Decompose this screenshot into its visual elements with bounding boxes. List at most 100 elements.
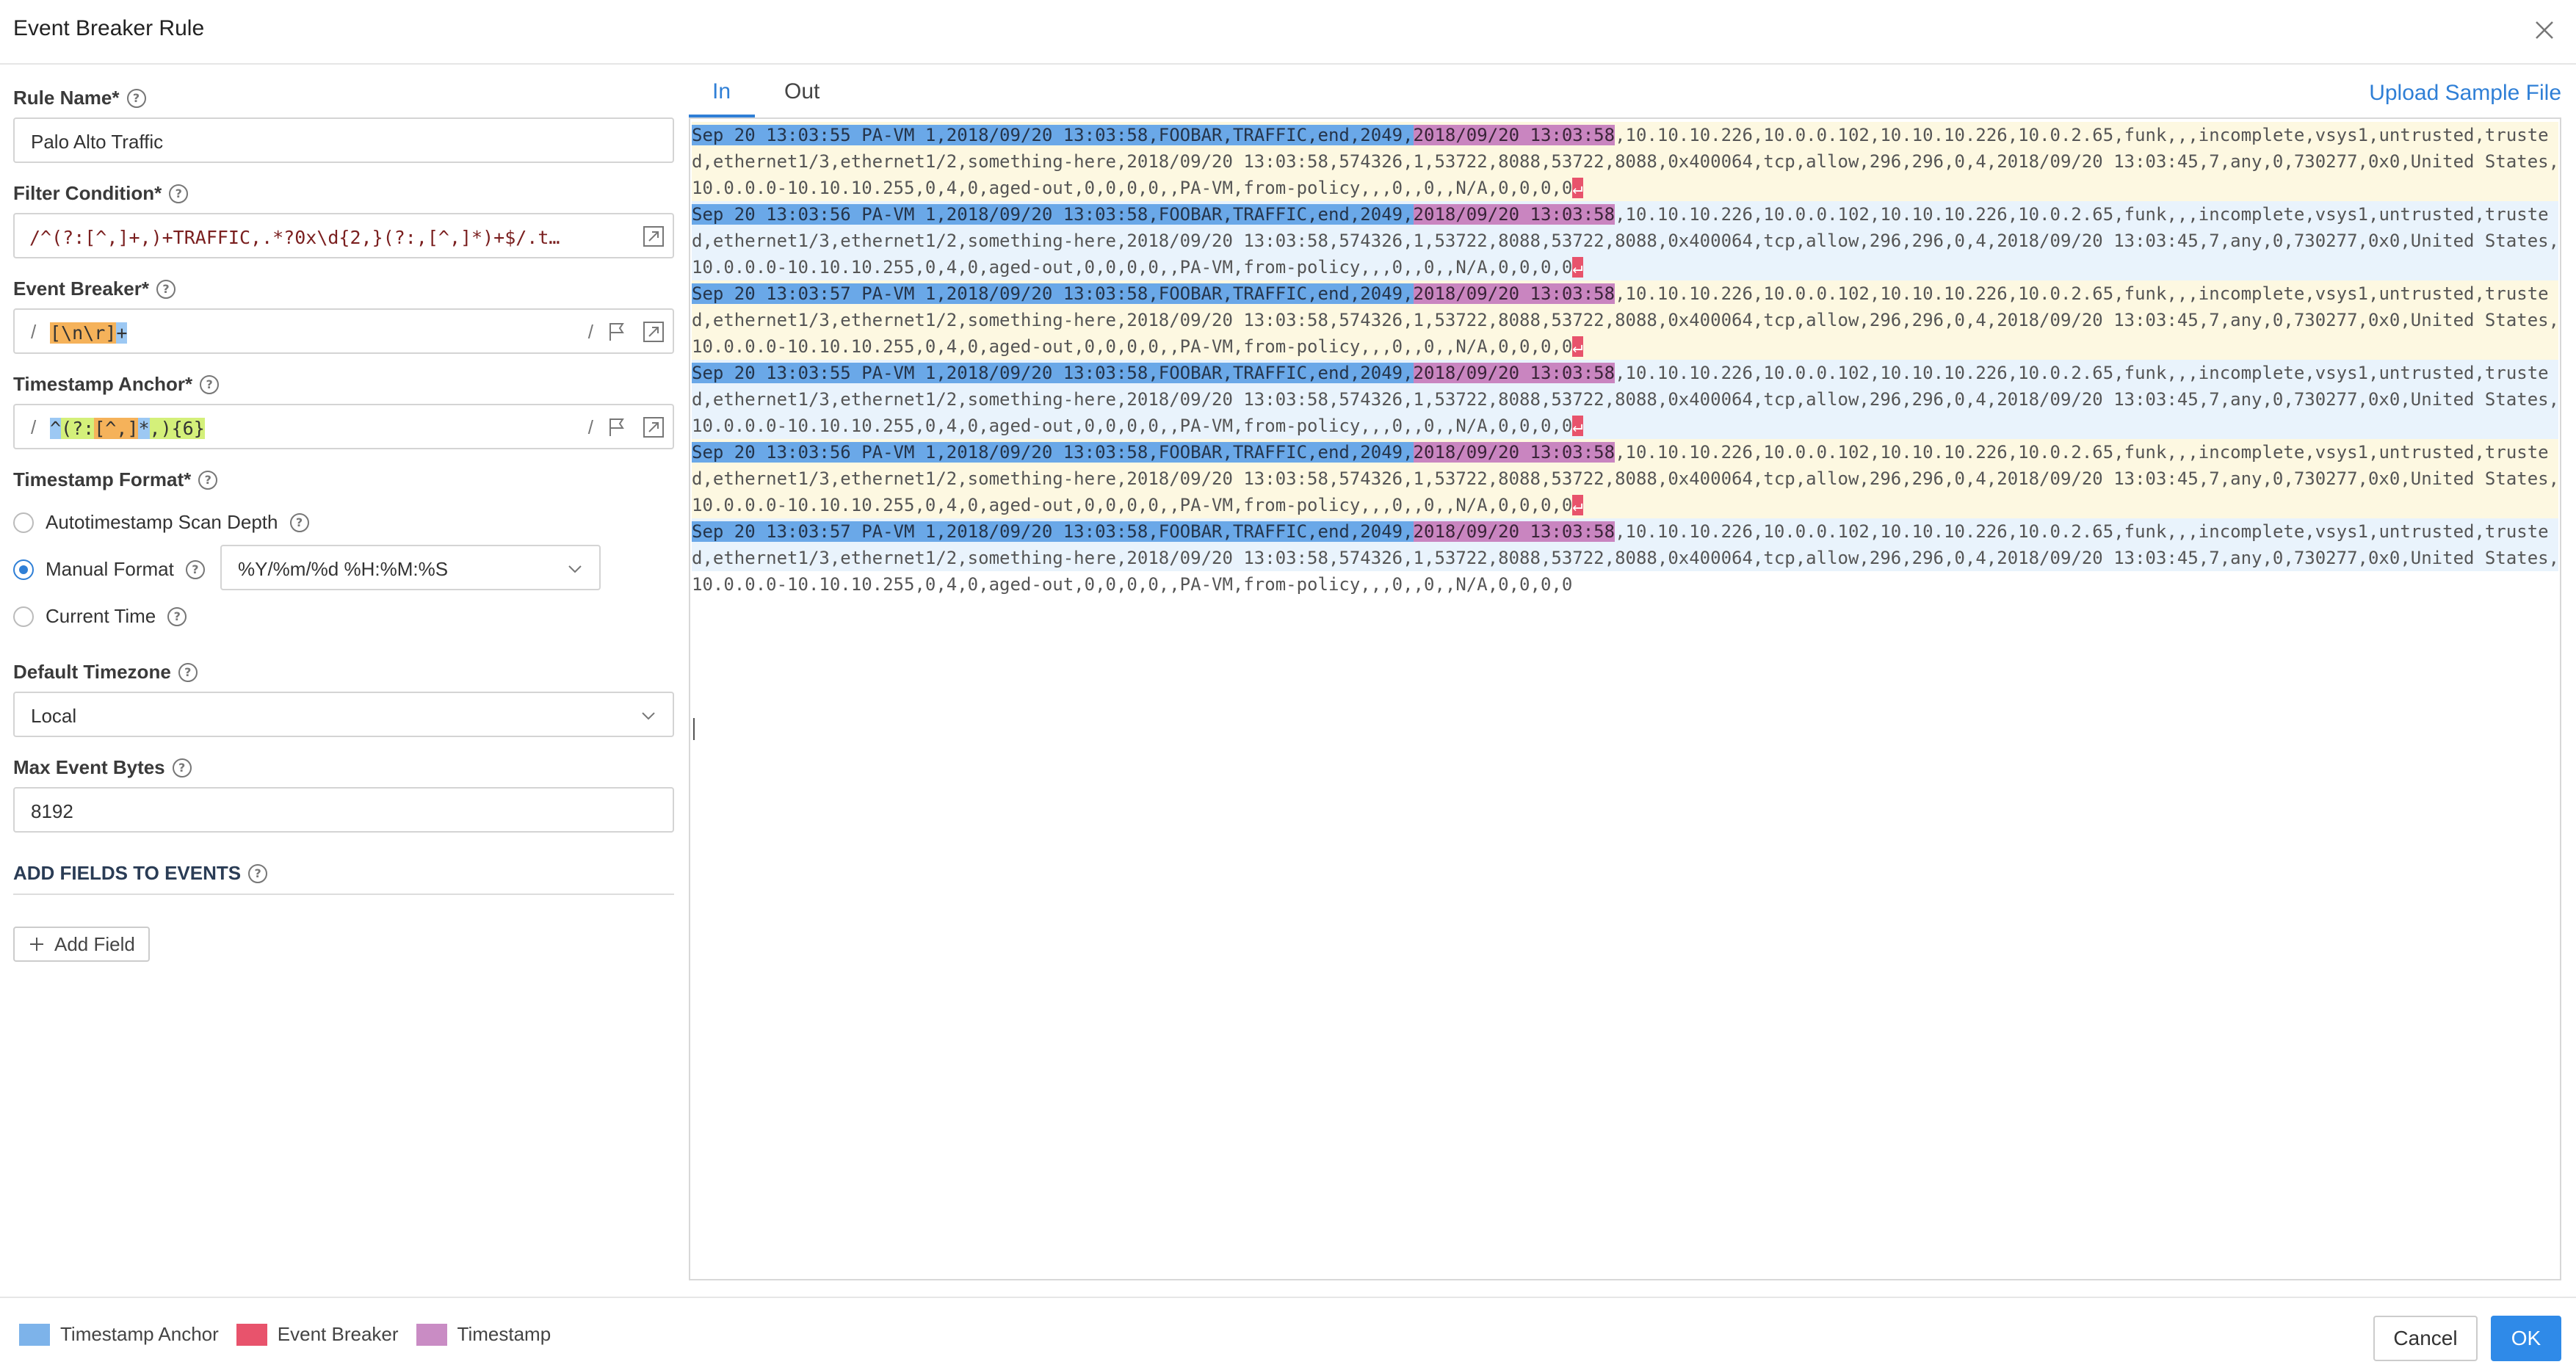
- tab-out[interactable]: Out: [784, 79, 820, 104]
- timestamp-anchor-label: Timestamp Anchor* ?: [13, 373, 220, 396]
- event-breaker-label: Event Breaker* ?: [13, 278, 176, 300]
- regex-token: ^: [50, 418, 62, 439]
- event-text: d,ethernet1/3,ethernet1/2,something-here…: [692, 548, 2558, 568]
- timestamp-format-label-text: Timestamp Format*: [13, 468, 192, 490]
- help-icon[interactable]: ?: [126, 88, 146, 108]
- timezone-value: Local: [31, 705, 77, 727]
- event-block: Sep 20 13:03:57 PA-VM 1,2018/09/20 13:03…: [692, 280, 2558, 360]
- default-timezone-label: Default Timezone ?: [13, 661, 198, 684]
- filter-condition-input[interactable]: /^(?:[^,]+,)+TRAFFIC,.*?0x\d{2,}(?:,[^,]…: [13, 213, 674, 258]
- help-icon[interactable]: ?: [248, 863, 268, 883]
- event-text: 10.0.0.0-10.10.10.255,0,4,0,aged-out,0,0…: [692, 495, 1573, 515]
- event-text: d,ethernet1/3,ethernet1/2,something-here…: [692, 468, 2558, 489]
- regex-token: *: [138, 418, 150, 439]
- chevron-down-icon: [568, 565, 582, 573]
- expand-editor-icon[interactable]: [640, 319, 667, 345]
- event-text: ,10.10.10.226,10.0.0.102,10.10.10.226,10…: [1615, 204, 2549, 225]
- event-text: 10.0.0.0-10.10.10.255,0,4,0,aged-out,0,0…: [692, 336, 1573, 357]
- max-event-bytes-label: Max Event Bytes ?: [13, 756, 192, 779]
- legend-swatch: [19, 1323, 50, 1346]
- help-icon[interactable]: ?: [156, 279, 176, 299]
- timestamp-anchor-highlight: Sep 20 13:03:57 PA-VM 1,2018/09/20 13:03…: [692, 283, 1414, 304]
- add-field-button[interactable]: Add Field: [13, 927, 150, 962]
- close-icon[interactable]: [2528, 13, 2561, 47]
- timestamp-anchor-highlight: Sep 20 13:03:57 PA-VM 1,2018/09/20 13:03…: [692, 521, 1414, 542]
- event-block: Sep 20 13:03:55 PA-VM 1,2018/09/20 13:03…: [692, 360, 2558, 439]
- regex-token: (?:: [61, 418, 95, 439]
- radio-circle[interactable]: [13, 512, 34, 533]
- radio-autotimestamp[interactable]: Autotimestamp Scan Depth ?: [13, 511, 309, 534]
- regex-token: [^,]: [94, 418, 139, 439]
- help-icon[interactable]: ?: [172, 758, 192, 778]
- timestamp-anchor-highlight: Sep 20 13:03:55 PA-VM 1,2018/09/20 13:03…: [692, 363, 1414, 383]
- filter-condition-label-text: Filter Condition*: [13, 182, 162, 204]
- timezone-select[interactable]: Local: [13, 692, 674, 737]
- timestamp-format-label: Timestamp Format* ?: [13, 468, 218, 491]
- timestamp-highlight: 2018/09/20 13:03:58: [1413, 283, 1616, 304]
- expand-editor-icon[interactable]: [640, 414, 667, 441]
- radio-current-time[interactable]: Current Time ?: [13, 605, 187, 628]
- timestamp-anchor-highlight: Sep 20 13:03:55 PA-VM 1,2018/09/20 13:03…: [692, 125, 1414, 145]
- upload-sample-file-link[interactable]: Upload Sample File: [2369, 81, 2561, 106]
- regex-token: +: [116, 322, 128, 344]
- flag-icon[interactable]: [604, 414, 630, 441]
- event-text: d,ethernet1/3,ethernet1/2,something-here…: [692, 151, 2558, 172]
- anchor-tools: /: [588, 414, 667, 441]
- event-text: 10.0.0.0-10.10.10.255,0,4,0,aged-out,0,0…: [692, 571, 2558, 598]
- help-icon[interactable]: ?: [185, 559, 205, 579]
- event-breaker-highlight: ↵: [1572, 416, 1583, 436]
- timestamp-highlight: 2018/09/20 13:03:58: [1413, 363, 1616, 383]
- radio-label: Current Time: [46, 605, 156, 627]
- event-breaker-regex: [\n\r]+: [50, 322, 128, 344]
- timestamp-highlight: 2018/09/20 13:03:58: [1413, 204, 1616, 225]
- event-breaker-input[interactable]: / [\n\r]+ /: [13, 308, 674, 354]
- event-text: 10.0.0.0-10.10.10.255,0,4,0,aged-out,0,0…: [692, 178, 1573, 198]
- timestamp-highlight: 2018/09/20 13:03:58: [1413, 125, 1616, 145]
- plus-icon: [30, 938, 43, 951]
- radio-label: Autotimestamp Scan Depth: [46, 511, 278, 533]
- manual-format-select[interactable]: %Y/%m/%d %H:%M:%S: [220, 545, 601, 590]
- regex-slash: /: [31, 321, 37, 343]
- radio-circle[interactable]: [13, 606, 34, 627]
- help-icon[interactable]: ?: [169, 184, 189, 203]
- dialog-header: Event Breaker Rule: [0, 0, 2576, 65]
- legend-swatch: [416, 1323, 447, 1346]
- legend-label: Event Breaker: [277, 1323, 399, 1345]
- add-field-label: Add Field: [54, 932, 135, 955]
- timestamp-anchor-label-text: Timestamp Anchor*: [13, 373, 193, 395]
- event-block: Sep 20 13:03:55 PA-VM 1,2018/09/20 13:03…: [692, 122, 2558, 201]
- cancel-button[interactable]: Cancel: [2373, 1316, 2478, 1361]
- event-block: Sep 20 13:03:56 PA-VM 1,2018/09/20 13:03…: [692, 439, 2558, 518]
- rule-name-input[interactable]: Palo Alto Traffic: [13, 117, 674, 163]
- max-event-bytes-value: 8192: [31, 800, 73, 822]
- help-icon[interactable]: ?: [178, 662, 198, 682]
- add-fields-label: ADD FIELDS TO EVENTS: [13, 862, 242, 884]
- help-icon[interactable]: ?: [289, 512, 309, 532]
- help-icon[interactable]: ?: [167, 606, 187, 626]
- event-text: ,10.10.10.226,10.0.0.102,10.10.10.226,10…: [1615, 125, 2549, 145]
- timestamp-highlight: 2018/09/20 13:03:58: [1413, 442, 1616, 463]
- timestamp-anchor-input[interactable]: / ^(?:[^,]*,){6} /: [13, 404, 674, 449]
- tab-in[interactable]: In: [712, 79, 731, 104]
- max-event-bytes-input[interactable]: 8192: [13, 787, 674, 833]
- manual-format-value: %Y/%m/%d %H:%M:%S: [238, 558, 449, 580]
- legend-swatch: [236, 1323, 267, 1346]
- regex-token: ,: [149, 418, 161, 439]
- regex-slash: /: [31, 416, 37, 438]
- sample-data-editor[interactable]: Sep 20 13:03:55 PA-VM 1,2018/09/20 13:03…: [689, 117, 2561, 1280]
- event-text: 10.0.0.0-10.10.10.255,0,4,0,aged-out,0,0…: [692, 257, 1573, 278]
- expand-editor-icon[interactable]: [640, 223, 667, 250]
- help-icon[interactable]: ?: [198, 470, 218, 490]
- flag-icon[interactable]: [604, 319, 630, 345]
- radio-circle-selected[interactable]: [13, 559, 34, 580]
- timestamp-anchor-highlight: Sep 20 13:03:56 PA-VM 1,2018/09/20 13:03…: [692, 204, 1414, 225]
- rule-name-value: Palo Alto Traffic: [31, 131, 164, 153]
- help-icon[interactable]: ?: [200, 374, 220, 394]
- breaker-tools: /: [588, 319, 667, 345]
- regex-token: ){6}: [160, 418, 205, 439]
- ok-button[interactable]: OK: [2491, 1316, 2561, 1361]
- legend-item-timestamp: Timestamp: [416, 1323, 551, 1346]
- event-breaker-highlight: ↵: [1572, 257, 1583, 278]
- radio-manual-format[interactable]: Manual Format ?: [13, 558, 205, 581]
- dialog-title: Event Breaker Rule: [13, 16, 205, 40]
